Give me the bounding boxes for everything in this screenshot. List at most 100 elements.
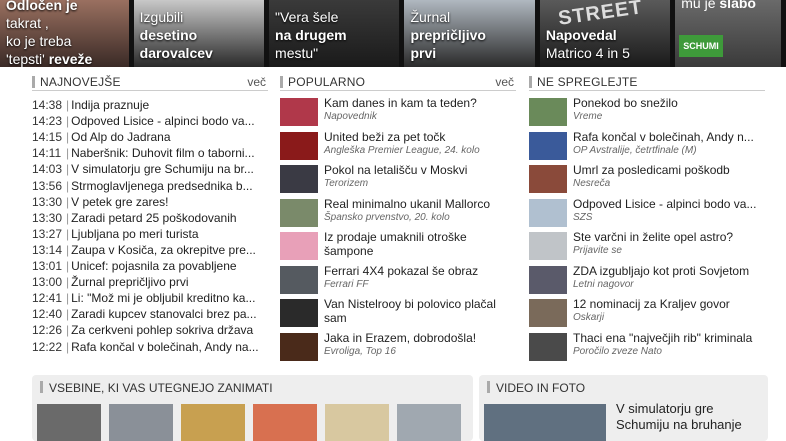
article-item[interactable]: Ponekod bo snežilo Vreme: [529, 96, 761, 128]
news-title[interactable]: Li: "Mož mi je obljubil kreditno ka...: [71, 291, 255, 305]
news-item[interactable]: 13:30 | Zaradi petard 25 poškodovanih: [32, 211, 264, 225]
news-item[interactable]: 13:27 | Ljubljana po meri turista: [32, 227, 264, 241]
section-header: NAJNOVEJŠE več: [32, 74, 268, 91]
article-title[interactable]: Jaka in Erazem, dobrodošla!: [324, 331, 512, 345]
article-thumbnail[interactable]: [529, 232, 567, 260]
top-tile-2[interactable]: Izgubili desetino darovalcev: [133, 0, 265, 67]
article-title[interactable]: Rafa končal v bolečinah, Andy n...: [573, 130, 761, 144]
top-tile-3[interactable]: "Vera šele na drugem mestu": [269, 0, 400, 67]
article-thumbnail[interactable]: [529, 198, 567, 227]
news-title[interactable]: Zaradi petard 25 poškodovanih: [71, 211, 236, 225]
news-title[interactable]: Žurnal prepričljivo prvi: [71, 275, 188, 289]
vsebine-thumbnail[interactable]: [37, 404, 101, 441]
article-thumbnail[interactable]: [280, 165, 318, 193]
top-tile-1[interactable]: Odločen je takrat , ko je treba 'tepsti'…: [0, 0, 129, 67]
article-title[interactable]: Ferrari 4X4 pokazal še obraz: [324, 264, 512, 278]
news-title[interactable]: V petek gre zares!: [71, 195, 168, 209]
news-item[interactable]: 13:14 | Zaupa v Kosiča, za okrepitve pre..…: [32, 243, 264, 257]
news-title[interactable]: Naberšnik: Duhovit film o taborni...: [71, 146, 254, 160]
article-thumbnail[interactable]: [529, 98, 567, 126]
news-item[interactable]: 12:41 | Li: "Mož mi je obljubil kreditno k…: [32, 291, 264, 305]
article-item[interactable]: Umrl za posledicami poškodb Nesreča: [529, 163, 761, 195]
article-item[interactable]: Iz prodaje umaknili otroške šampone: [280, 230, 512, 262]
article-title[interactable]: Iz prodaje umaknili otroške šampone: [324, 230, 512, 258]
news-item[interactable]: 13:01 | Unicef: pojasnila za povabljene: [32, 259, 264, 273]
vsebine-thumbnail[interactable]: [253, 404, 317, 441]
article-category: Oskarji: [573, 312, 605, 323]
news-item[interactable]: 14:23 | Odpoved Lisice - alpinci bodo va..…: [32, 114, 264, 128]
article-title[interactable]: Ponekod bo snežilo: [573, 96, 761, 110]
vsebine-thumbnail[interactable]: [397, 404, 461, 441]
news-item[interactable]: 14:11 | Naberšnik: Duhovit film o taborni.…: [32, 146, 264, 160]
news-title[interactable]: V simulatorju gre Schumiju na br...: [71, 162, 254, 176]
news-title[interactable]: Strmoglavljenega predsednika b...: [71, 179, 252, 193]
article-thumbnail[interactable]: [280, 332, 318, 361]
article-title[interactable]: Thaci ena "največjih rib" kriminala: [573, 331, 761, 345]
news-item[interactable]: 14:03 | V simulatorju gre Schumiju na br..…: [32, 162, 264, 176]
article-item[interactable]: 12 nominacij za Kraljev govor Oskarji: [529, 297, 761, 329]
more-link[interactable]: več: [247, 75, 266, 89]
article-item[interactable]: Pokol na letališču v Moskvi Terorizem: [280, 163, 512, 195]
article-item[interactable]: Thaci ena "največjih rib" kriminala Poroč…: [529, 331, 761, 363]
article-item[interactable]: Real minimalno ukanil Mallorco Špansko pr…: [280, 197, 512, 229]
news-title[interactable]: Unicef: pojasnila za povabljene: [71, 259, 236, 273]
article-title[interactable]: Umrl za posledicami poškodb: [573, 163, 761, 177]
news-item[interactable]: 14:38 | Indija praznuje: [32, 98, 264, 112]
vsebine-thumbnail[interactable]: [181, 404, 245, 441]
news-item[interactable]: 12:22 | Rafa končal v bolečinah, Andy na..…: [32, 340, 264, 354]
article-title[interactable]: Real minimalno ukanil Mallorco: [324, 197, 512, 211]
news-title[interactable]: Za cerkveni pohlep sokriva država: [71, 323, 253, 337]
article-title[interactable]: 12 nominacij za Kraljev govor: [573, 297, 761, 311]
article-category: OP Avstralije, četrtfinale (M): [573, 144, 697, 156]
article-title[interactable]: Kam danes in kam ta teden?: [324, 96, 512, 110]
article-thumbnail[interactable]: [529, 131, 567, 160]
article-title[interactable]: ZDA izgubljajo kot proti Sovjetom: [573, 264, 761, 278]
news-item[interactable]: 13:00 | Žurnal prepričljivo prvi: [32, 275, 264, 289]
article-title[interactable]: Pokol na letališču v Moskvi: [324, 163, 512, 177]
news-title[interactable]: Rafa končal v bolečinah, Andy na...: [71, 340, 258, 354]
article-item[interactable]: Kam danes in kam ta teden? Napovednik: [280, 96, 512, 128]
article-title[interactable]: Odpoved Lisice - alpinci bodo va...: [573, 197, 761, 211]
article-title[interactable]: Van Nistelrooy bi polovico plačal sam: [324, 297, 512, 325]
news-item[interactable]: 13:30 | V petek gre zares!: [32, 195, 264, 209]
article-item[interactable]: Ferrari 4X4 pokazal še obraz Ferrari FF: [280, 264, 512, 296]
article-item[interactable]: United beži za pet točk Angleška Premier …: [280, 130, 512, 162]
article-title[interactable]: Ste varčni in želite opel astro?: [573, 230, 761, 244]
top-tile-6[interactable]: mu je slabo SCHUMI: [675, 0, 781, 67]
video-title-link[interactable]: V simulatorju gre Schumiju na bruhanje: [616, 401, 766, 433]
article-item[interactable]: Van Nistelrooy bi polovico plačal sam: [280, 297, 512, 329]
article-thumbnail[interactable]: [280, 232, 318, 260]
article-thumbnail[interactable]: [280, 131, 318, 160]
news-title[interactable]: Od Alp do Jadrana: [71, 130, 170, 144]
article-item[interactable]: Jaka in Erazem, dobrodošla! Evroliga, Top…: [280, 331, 512, 363]
vsebine-thumbnail[interactable]: [109, 404, 173, 441]
article-title[interactable]: United beži za pet točk: [324, 130, 512, 144]
news-item[interactable]: 13:56 | Strmoglavljenega predsednika b...: [32, 179, 264, 193]
news-title[interactable]: Ljubljana po meri turista: [71, 227, 198, 241]
news-time: 12:22: [32, 339, 63, 354]
top-tile-5[interactable]: STREET Napovedal Matrico 4 in 5: [539, 0, 671, 67]
news-title[interactable]: Odpoved Lisice - alpinci bodo va...: [71, 114, 254, 128]
article-thumbnail[interactable]: [280, 198, 318, 227]
article-item[interactable]: Rafa končal v bolečinah, Andy n... OP Avs…: [529, 130, 761, 162]
more-link[interactable]: več: [495, 75, 514, 89]
article-thumbnail[interactable]: [280, 299, 318, 327]
vsebine-thumbnail[interactable]: [325, 404, 389, 441]
news-item[interactable]: 12:40 | Zaradi kupcev stanovalci brez pa..…: [32, 307, 264, 321]
article-item[interactable]: Ste varčni in želite opel astro? Prijavit…: [529, 230, 761, 262]
article-thumbnail[interactable]: [529, 332, 567, 361]
article-thumbnail[interactable]: [529, 165, 567, 193]
top-tile-4[interactable]: Žurnal prepričljivo prvi: [404, 0, 535, 67]
news-item[interactable]: 12:26 | Za cerkveni pohlep sokriva država: [32, 323, 264, 337]
news-title[interactable]: Zaupa v Kosiča, za okrepitve pre...: [71, 243, 256, 257]
video-thumbnail[interactable]: [484, 404, 606, 441]
article-thumbnail[interactable]: [280, 98, 318, 126]
article-thumbnail[interactable]: [529, 265, 567, 294]
article-thumbnail[interactable]: [529, 299, 567, 327]
news-item[interactable]: 14:15 | Od Alp do Jadrana: [32, 130, 264, 144]
article-item[interactable]: Odpoved Lisice - alpinci bodo va... SZS: [529, 197, 761, 229]
article-thumbnail[interactable]: [280, 265, 318, 294]
news-title[interactable]: Indija praznuje: [71, 98, 149, 112]
news-title[interactable]: Zaradi kupcev stanovalci brez pa...: [71, 307, 256, 321]
article-item[interactable]: ZDA izgubljajo kot proti Sovjetom Letni n…: [529, 264, 761, 296]
